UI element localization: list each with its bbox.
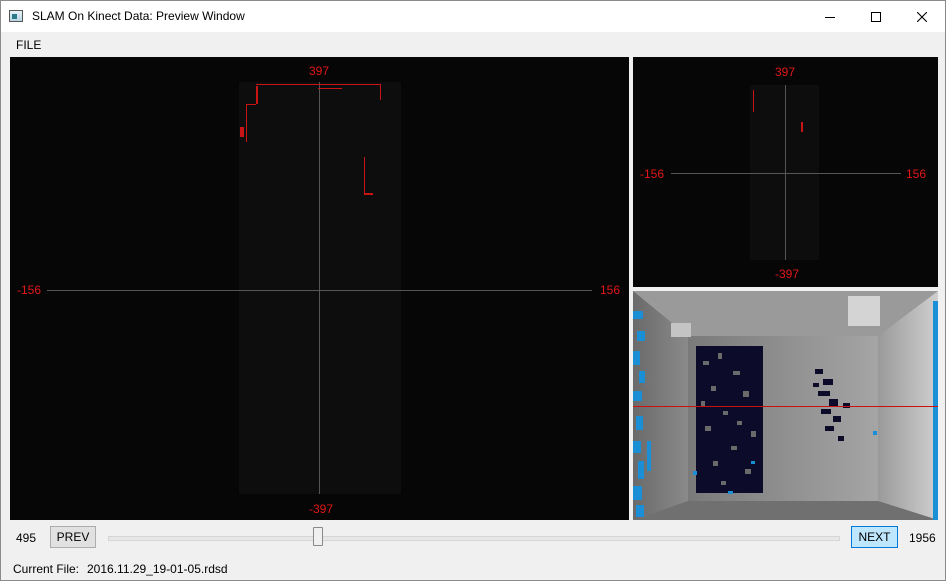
minimize-icon — [825, 16, 835, 18]
scan-points — [753, 90, 754, 112]
prev-button[interactable]: PREV — [50, 526, 96, 548]
close-button[interactable] — [899, 1, 945, 32]
current-file-label: Current File: — [13, 562, 80, 576]
main-map-view[interactable]: 397 -397 -156 156 — [10, 57, 629, 520]
app-window-icon — [9, 10, 23, 22]
depth-image-view[interactable] — [633, 291, 938, 520]
maximize-icon — [871, 11, 881, 22]
frame-slider-track[interactable] — [108, 536, 840, 541]
scan-points — [246, 105, 247, 142]
map-region — [239, 82, 401, 494]
main-y-max-label: 397 — [309, 64, 330, 78]
scan-points — [318, 88, 342, 89]
top-y-max-label: 397 — [775, 65, 796, 79]
maximize-button[interactable] — [853, 1, 899, 32]
status-bar: Current File: 2016.11.29_19-01-05.rdsd — [1, 555, 945, 580]
minimize-button[interactable] — [807, 1, 853, 32]
title-bar[interactable]: SLAM On Kinect Data: Preview Window — [1, 1, 945, 32]
main-x-max-label: 156 — [600, 283, 621, 297]
scan-points — [364, 157, 365, 195]
main-y-min-label: -397 — [309, 502, 334, 516]
depth-image — [633, 291, 938, 520]
top-map-view[interactable]: 397 -397 -156 156 — [633, 57, 938, 287]
scan-points — [365, 193, 373, 195]
window-title: SLAM On Kinect Data: Preview Window — [32, 9, 245, 23]
current-frame-value: 495 — [16, 531, 37, 545]
menu-bar: FILE — [1, 32, 945, 56]
next-button[interactable]: NEXT — [851, 526, 898, 548]
app-window: SLAM On Kinect Data: Preview Window FILE… — [0, 0, 946, 581]
top-y-min-label: -397 — [775, 267, 800, 281]
total-frames-value: 1956 — [909, 531, 936, 545]
close-icon — [917, 11, 927, 22]
scan-points — [246, 104, 256, 105]
frame-slider-row: 495 PREV NEXT 1956 — [1, 521, 945, 555]
vertical-axis — [319, 82, 320, 494]
horizontal-axis — [671, 173, 901, 174]
frame-slider-thumb[interactable] — [313, 527, 324, 546]
main-x-min-label: -156 — [17, 283, 42, 297]
current-file-value: 2016.11.29_19-01-05.rdsd — [87, 562, 228, 576]
scan-points — [240, 127, 244, 137]
scan-points — [380, 84, 381, 100]
scan-points — [256, 86, 258, 104]
menu-file[interactable]: FILE — [10, 38, 47, 52]
vertical-axis — [785, 85, 786, 260]
scan-points — [256, 84, 381, 85]
top-x-min-label: -156 — [640, 167, 665, 181]
top-x-max-label: 156 — [906, 167, 927, 181]
scan-points — [801, 122, 803, 132]
